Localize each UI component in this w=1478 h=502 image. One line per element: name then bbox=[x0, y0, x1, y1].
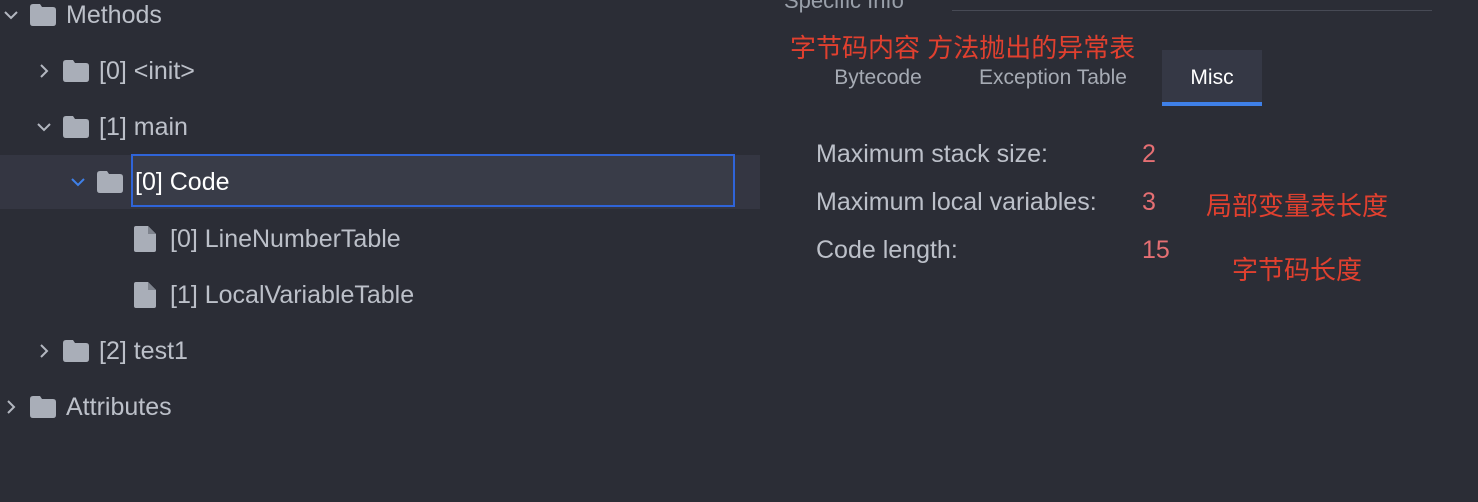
tree-label: [2] test1 bbox=[99, 336, 188, 365]
tree-label: [1] LocalVariableTable bbox=[170, 280, 415, 309]
field-label-max-locals: Maximum local variables: bbox=[816, 188, 1097, 216]
folder-icon bbox=[63, 60, 89, 82]
folder-icon bbox=[30, 4, 56, 26]
tree-node-code[interactable]: [0] Code bbox=[0, 155, 760, 209]
tab-exception-table[interactable]: Exception Table bbox=[944, 50, 1162, 106]
field-value-max-locals: 3 bbox=[1142, 188, 1156, 216]
section-divider bbox=[952, 10, 1432, 11]
chevron-right-icon[interactable] bbox=[33, 323, 55, 379]
tree-node-methods[interactable]: Methods bbox=[0, 0, 760, 43]
chevron-right-icon[interactable] bbox=[0, 379, 22, 435]
field-label-max-stack: Maximum stack size: bbox=[816, 140, 1048, 168]
annotation-locals: 局部变量表长度 bbox=[1206, 191, 1389, 221]
tree-node-test1[interactable]: [2] test1 bbox=[0, 323, 760, 379]
folder-icon bbox=[97, 171, 123, 193]
tree-node-init[interactable]: [0] <init> bbox=[0, 43, 760, 99]
specific-info-panel: Specific Info 字节码内容 方法抛出的异常表 Bytecode Ex… bbox=[760, 0, 1478, 502]
chevron-down-icon[interactable] bbox=[67, 155, 89, 209]
tree-label: [0] Code bbox=[135, 167, 230, 196]
field-value-max-stack: 2 bbox=[1142, 140, 1156, 168]
tab-bar: Bytecode Exception Table Misc bbox=[812, 50, 1262, 106]
folder-icon bbox=[30, 396, 56, 418]
tab-misc[interactable]: Misc bbox=[1162, 50, 1262, 106]
tree-label: [0] <init> bbox=[99, 56, 195, 85]
field-label-code-length: Code length: bbox=[816, 236, 958, 264]
tree-node-local-variable-table[interactable]: [1] LocalVariableTable bbox=[0, 267, 760, 323]
section-title: Specific Info bbox=[784, 0, 904, 13]
file-icon bbox=[134, 226, 156, 252]
tree-label: [1] main bbox=[99, 112, 188, 141]
annotation-code-length: 字节码长度 bbox=[1232, 255, 1363, 285]
folder-icon bbox=[63, 340, 89, 362]
chevron-down-icon[interactable] bbox=[0, 0, 22, 43]
field-value-code-length: 15 bbox=[1142, 236, 1170, 264]
chevron-right-icon[interactable] bbox=[33, 43, 55, 99]
tree-node-main[interactable]: [1] main bbox=[0, 99, 760, 155]
tree-label: Attributes bbox=[66, 392, 172, 421]
file-icon bbox=[134, 282, 156, 308]
tree-label: [0] LineNumberTable bbox=[170, 224, 401, 253]
tab-bytecode[interactable]: Bytecode bbox=[812, 50, 944, 106]
chevron-down-icon[interactable] bbox=[33, 99, 55, 155]
structure-tree: Methods [0] <init> [1] main [0] Code [0]… bbox=[0, 0, 760, 502]
class-file-viewer: Methods [0] <init> [1] main [0] Code [0]… bbox=[0, 0, 1478, 502]
folder-icon bbox=[63, 116, 89, 138]
tree-node-attributes[interactable]: Attributes bbox=[0, 379, 760, 435]
tree-label: Methods bbox=[66, 0, 162, 29]
tree-node-line-number-table[interactable]: [0] LineNumberTable bbox=[0, 211, 760, 267]
